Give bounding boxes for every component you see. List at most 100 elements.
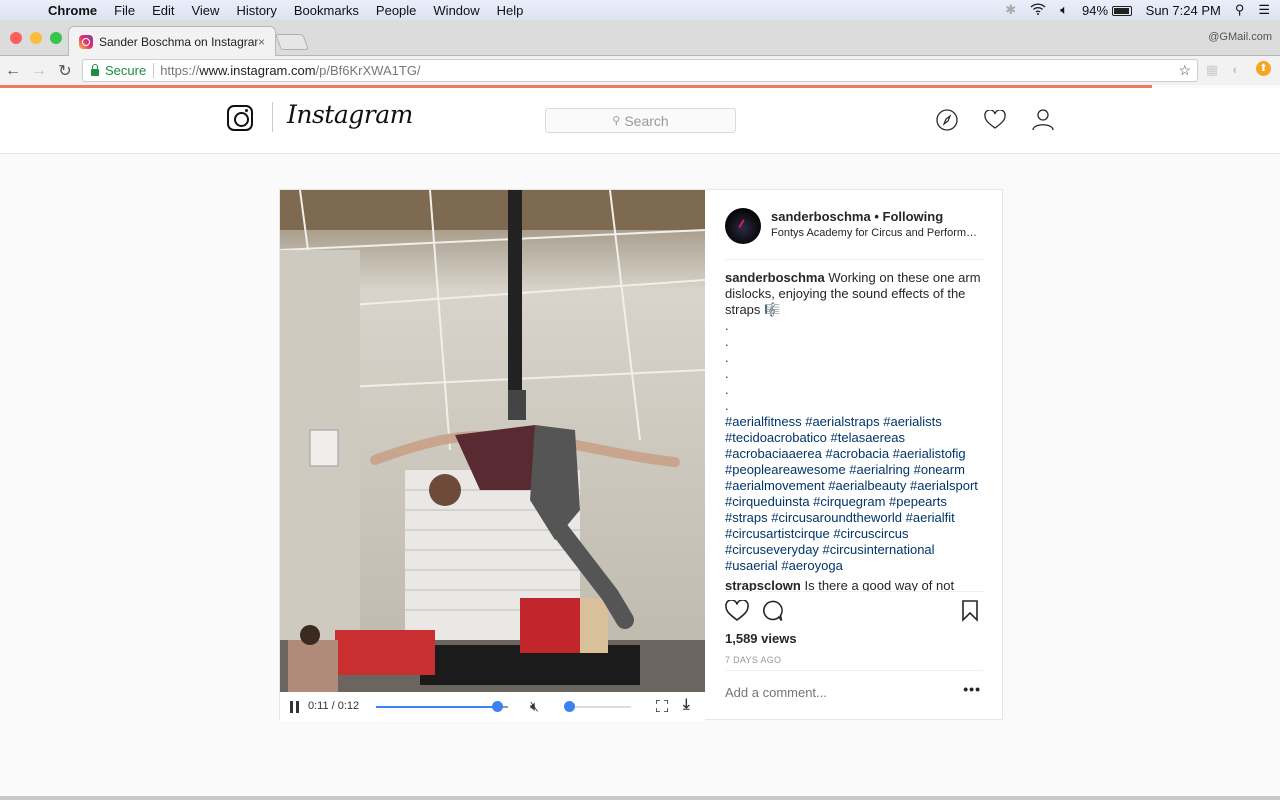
menu-file[interactable]: File [114, 3, 135, 18]
browser-tab-bar: Sander Boschma on Instagram × @GMail.com [0, 20, 1280, 56]
comments-list[interactable]: sanderboschma Working on these one arm d… [725, 270, 983, 592]
extension-sync-icon[interactable]: ◐ [1232, 62, 1240, 77]
battery-percent: 94% [1082, 2, 1109, 18]
caption-dot: . [725, 382, 729, 397]
post-sidebar: sanderboschma • Following Fontys Academy… [705, 190, 1003, 721]
video-frame [280, 190, 705, 692]
clock[interactable]: Sun 7:24 PM [1146, 3, 1221, 18]
spotlight-search-icon[interactable]: ⚲ [1235, 2, 1245, 18]
volume-icon[interactable]: 🔈︎ [1060, 2, 1068, 18]
caption-dot: . [725, 350, 729, 365]
menu-bookmarks[interactable]: Bookmarks [294, 3, 359, 18]
post-timestamp[interactable]: 7 DAYS AGO [725, 655, 781, 665]
bluetooth-icon[interactable]: ✱ [1005, 2, 1016, 18]
bookmark-star-icon[interactable]: ☆ [1178, 62, 1191, 79]
search-icon: ⚲ [612, 115, 621, 127]
profile-person-icon[interactable] [1031, 108, 1055, 132]
comment-bubble-icon[interactable] [761, 600, 783, 627]
separator-dot: • [874, 209, 883, 224]
caption-dot: . [725, 334, 729, 349]
instagram-favicon-icon [79, 34, 93, 49]
post-video[interactable] [280, 190, 705, 692]
maximize-window-button[interactable] [50, 32, 62, 44]
menu-help[interactable]: Help [497, 3, 524, 18]
hashtag-links[interactable]: #aerialfitness #aerialstraps #aerialists… [725, 414, 978, 573]
video-time: 0:11 / 0:12 [308, 700, 360, 712]
caption-dot: . [725, 366, 729, 381]
mute-toggle-icon[interactable]: 🔇︎ [530, 698, 539, 715]
add-comment-input[interactable] [725, 685, 945, 700]
volume-slider[interactable] [564, 701, 631, 712]
browser-toolbar: ← → ↻ Secure https://www.instagram.com/p… [0, 56, 1280, 85]
author-username[interactable]: sanderboschma [771, 209, 871, 224]
more-options-icon[interactable]: ••• [963, 681, 981, 697]
video-seek-bar[interactable] [376, 701, 508, 712]
menu-edit[interactable]: Edit [152, 3, 174, 18]
logo-divider [272, 102, 273, 132]
menu-app-name[interactable]: Chrome [48, 3, 97, 18]
new-tab-button[interactable] [275, 34, 309, 50]
browser-tab-active[interactable]: Sander Boschma on Instagram × [68, 26, 276, 56]
explore-compass-icon[interactable] [935, 108, 959, 132]
seek-handle[interactable] [492, 701, 504, 712]
lock-icon [91, 64, 99, 76]
search-input[interactable]: ⚲ Search [545, 108, 736, 133]
address-bar[interactable]: Secure https://www.instagram.com/p/Bf6Kr… [82, 59, 1198, 82]
url-host: www.instagram.com [199, 63, 316, 78]
wifi-icon[interactable] [1030, 2, 1046, 18]
volume-handle[interactable] [564, 701, 575, 712]
post-location[interactable]: Fontys Academy for Circus and Performanc… [771, 227, 981, 239]
menu-view[interactable]: View [191, 3, 219, 18]
menu-history[interactable]: History [236, 3, 276, 18]
window-bottom-edge [0, 796, 1280, 800]
download-icon[interactable]: ⤓ [683, 696, 690, 713]
video-controls: 0:11 / 0:12 🔇︎ ⤓ [280, 692, 705, 721]
following-button[interactable]: Following [883, 209, 944, 224]
menu-people[interactable]: People [376, 3, 416, 18]
tab-title: Sander Boschma on Instagram [99, 34, 258, 49]
tab-close-icon[interactable]: × [258, 35, 265, 49]
forward-button[interactable]: → [26, 62, 52, 80]
comment-text: Is there a good way of not [804, 578, 955, 592]
avatar[interactable] [725, 208, 761, 244]
caption-username[interactable]: sanderboschma [725, 270, 825, 285]
window-controls [10, 32, 62, 44]
minimize-window-button[interactable] [30, 32, 42, 44]
back-button[interactable]: ← [0, 62, 26, 80]
post-card: 0:11 / 0:12 🔇︎ ⤓ sanderboschma • Followi… [279, 189, 1003, 721]
post-header: sanderboschma • Following Fontys Academy… [725, 206, 983, 260]
caption-dot: . [725, 398, 729, 413]
add-comment-section: ••• [725, 670, 983, 720]
close-window-button[interactable] [10, 32, 22, 44]
url-scheme: https:// [160, 63, 200, 78]
seek-progress-fill [376, 706, 498, 708]
like-heart-icon[interactable] [725, 599, 749, 627]
battery-status[interactable]: 94% [1082, 3, 1132, 18]
view-count[interactable]: 1,589 views [725, 631, 797, 646]
menu-window[interactable]: Window [433, 3, 479, 18]
activity-heart-icon[interactable] [983, 108, 1007, 132]
caption: sanderboschma Working on these one arm d… [725, 270, 983, 318]
hashtags: #aerialfitness #aerialstraps #aerialists… [725, 414, 983, 574]
fullscreen-icon[interactable] [655, 699, 669, 713]
url-text[interactable]: https://www.instagram.com/p/Bf6KrXWA1TG/ [160, 63, 420, 78]
pause-button[interactable] [290, 701, 300, 713]
search-placeholder: Search [624, 112, 669, 129]
comment: strapsclown Is there a good way of not [725, 578, 983, 592]
url-path: /p/Bf6KrXWA1TG/ [315, 63, 421, 78]
mac-menubar: Chrome File Edit View History Bookmarks … [0, 0, 1280, 20]
secure-label: Secure [105, 63, 155, 78]
instagram-header: Instagram ⚲ Search [0, 88, 1280, 154]
post-actions [725, 598, 983, 628]
reload-button[interactable]: ↻ [52, 61, 78, 81]
comment-username[interactable]: strapsclown [725, 578, 801, 591]
profile-label[interactable]: @GMail.com [1208, 31, 1272, 43]
extension-upload-icon[interactable]: ⬆ [1256, 61, 1271, 76]
post-author: sanderboschma • Following [771, 209, 943, 224]
instagram-camera-icon[interactable] [227, 105, 253, 131]
notification-center-icon[interactable]: ☰ [1258, 2, 1270, 18]
extension-grid-icon[interactable]: ▦ [1206, 62, 1218, 78]
instagram-wordmark[interactable]: Instagram [287, 100, 413, 129]
battery-icon [1111, 6, 1132, 17]
save-bookmark-icon[interactable] [961, 600, 979, 627]
